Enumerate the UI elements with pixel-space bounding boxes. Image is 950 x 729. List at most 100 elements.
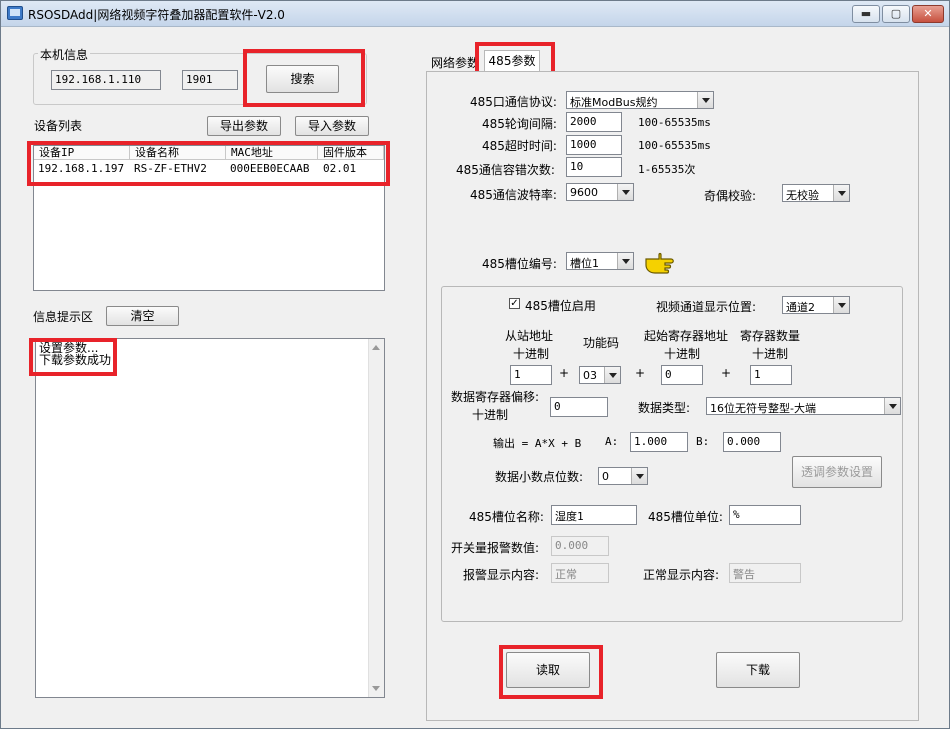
func-code-select[interactable]: 03 [579,366,621,384]
highlight-box-info [29,338,117,376]
data-type-label: 数据类型: [638,401,691,415]
protocol-label: 485口通信协议: [470,95,557,109]
chevron-down-icon [833,185,849,201]
minimize-button[interactable]: ▬ [852,5,880,23]
func-code-label: 功能码 [583,336,620,350]
alarm-text-field[interactable]: 正常 [551,563,609,583]
highlight-box-read [499,645,603,699]
download-button[interactable]: 下载 [716,652,800,688]
output-formula: 输出 = A*X + B [493,437,582,450]
pointing-hand-icon [645,252,674,274]
timeout-range-hint: 100-65535ms [638,139,711,152]
slot-unit-label: 485槽位单位: [648,510,723,524]
slot-unit-field[interactable]: % [729,505,801,525]
title-bar[interactable]: RSOSDAdd|网络视频字符叠加器配置软件-V2.0 ▬ ▢ ✕ [1,1,949,27]
advanced-params-button[interactable]: 透调参数设置 [792,456,882,488]
timeout-label: 485超时时间: [482,139,557,153]
scroll-up-icon[interactable] [372,345,380,350]
slot-value: 槽位1 [570,257,599,270]
scroll-down-icon[interactable] [372,686,380,691]
normal-text-field[interactable]: 警告 [729,563,801,583]
baud-label: 485通信波特率: [470,188,557,202]
protocol-select[interactable]: 标准ModBus规约 [566,91,714,109]
reg-count-label: 寄存器数量 [740,329,801,343]
app-icon [7,6,23,20]
start-reg-label: 起始寄存器地址 [644,329,729,343]
chevron-down-icon [884,398,900,414]
baud-value: 9600 [570,186,598,199]
alarm-value-field[interactable]: 0.000 [551,536,609,556]
poll-label: 485轮询间隔: [482,117,557,131]
b-label: B: [696,435,710,448]
chevron-down-icon [604,367,620,383]
parity-label: 奇偶校验: [704,189,757,203]
slave-addr-sublabel: 十进制 [513,347,550,361]
slave-addr-field[interactable]: 1 [510,365,552,385]
start-reg-field[interactable]: 0 [661,365,703,385]
start-reg-sublabel: 十进制 [664,347,701,361]
maximize-button[interactable]: ▢ [882,5,910,23]
plus-3: + [721,366,732,380]
info-area-title: 信息提示区 [33,310,94,324]
highlight-box-device-row [27,141,390,186]
reg-count-field[interactable]: 1 [750,365,792,385]
poll-interval-field[interactable]: 2000 [566,112,622,132]
retry-field[interactable]: 10 [566,157,622,177]
timeout-field[interactable]: 1000 [566,135,622,155]
plus-2: + [635,366,646,380]
slot-select[interactable]: 槽位1 [566,252,634,270]
decimals-value: 0 [602,470,609,483]
export-params-button[interactable]: 导出参数 [207,116,281,136]
parity-value: 无校验 [786,189,819,202]
highlight-box-search [243,49,365,107]
video-pos-label: 视频通道显示位置: [656,300,757,314]
chevron-down-icon [617,184,633,200]
plus-1: + [559,366,570,380]
normal-text-label: 正常显示内容: [643,568,720,582]
parity-select[interactable]: 无校验 [782,184,850,202]
decimals-select[interactable]: 0 [598,467,648,485]
retry-range-hint: 1-65535次 [638,163,696,176]
slot-name-field[interactable]: 湿度1 [551,505,637,525]
video-pos-value: 通道2 [786,301,815,314]
slot-enable-checkbox[interactable]: ✓ [509,298,520,309]
info-textarea[interactable]: 设置参数... 下载参数成功 [35,338,385,698]
offset-field[interactable]: 0 [550,397,608,417]
data-type-select[interactable]: 16位无符号整型-大端 [706,397,901,415]
chevron-down-icon [697,92,713,108]
slot-label: 485槽位编号: [482,257,557,271]
b-field[interactable]: 0.000 [723,432,781,452]
offset-sublabel: 十进制 [472,408,509,422]
baud-select[interactable]: 9600 [566,183,634,201]
poll-range-hint: 100-65535ms [638,116,711,129]
a-field[interactable]: 1.000 [630,432,688,452]
tab-network[interactable]: 网络参数 [431,54,479,71]
alarm-text-label: 报警显示内容: [463,568,540,582]
chevron-down-icon [617,253,633,269]
decimals-label: 数据小数点位数: [495,470,584,484]
alarm-value-label: 开关量报警数值: [451,541,540,555]
reg-count-sublabel: 十进制 [752,347,789,361]
local-port-field[interactable]: 1901 [182,70,238,90]
window-title: RSOSDAdd|网络视频字符叠加器配置软件-V2.0 [28,8,285,22]
video-pos-select[interactable]: 通道2 [782,296,850,314]
data-type-value: 16位无符号整型-大端 [710,402,816,415]
slot-enable-label: 485槽位启用 [525,299,596,313]
close-button[interactable]: ✕ [912,5,944,23]
local-info-title: 本机信息 [38,46,91,63]
offset-label: 数据寄存器偏移: [451,390,540,404]
a-label: A: [605,435,619,448]
slave-addr-label: 从站地址 [505,329,554,343]
import-params-button[interactable]: 导入参数 [295,116,369,136]
local-ip-field[interactable]: 192.168.1.110 [51,70,161,90]
device-list-title: 设备列表 [34,119,83,133]
chevron-down-icon [631,468,647,484]
chevron-down-icon [833,297,849,313]
retry-label: 485通信容错次数: [456,163,555,177]
slot-name-label: 485槽位名称: [469,510,544,524]
protocol-value: 标准ModBus规约 [570,96,658,109]
info-scrollbar[interactable] [368,339,384,697]
app-window: RSOSDAdd|网络视频字符叠加器配置软件-V2.0 ▬ ▢ ✕ 本机信息 1… [0,0,950,729]
clear-button[interactable]: 清空 [106,306,179,326]
func-code-value: 03 [583,369,597,382]
